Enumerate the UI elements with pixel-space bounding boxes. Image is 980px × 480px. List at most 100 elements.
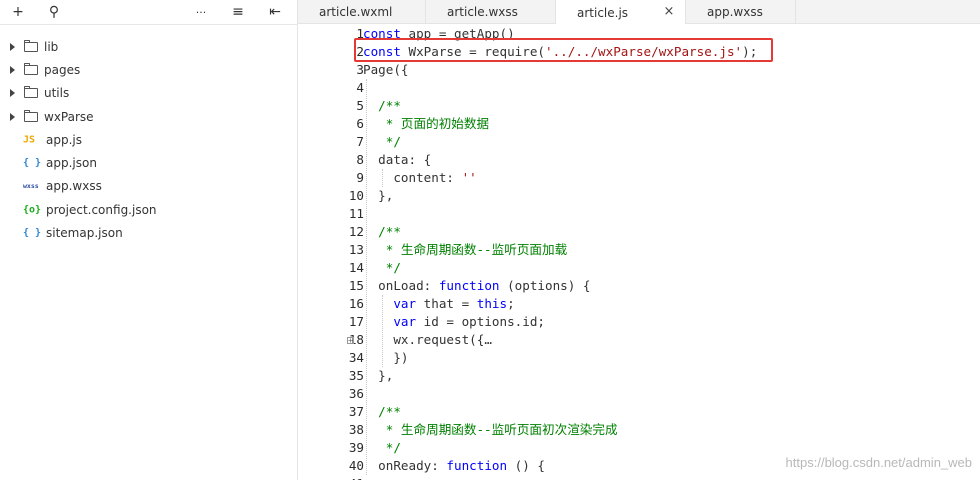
tab-label: app.wxss xyxy=(707,5,763,19)
code-line[interactable]: 8 data: { xyxy=(298,151,980,169)
line-number: 38 xyxy=(348,422,364,437)
file-tree: lib pages utils wxParse JS app.js { } app.json w… xyxy=(0,35,297,245)
tree-item-label: pages xyxy=(44,62,81,77)
indent-guide xyxy=(366,79,367,475)
tab-article-js[interactable]: article.js × xyxy=(556,0,686,25)
code-text: * 页面的初始数据 xyxy=(363,116,490,131)
folder-icon xyxy=(24,62,38,75)
tree-item-label: utils xyxy=(44,86,70,101)
tree-item-label: lib xyxy=(44,39,59,54)
indent-guide xyxy=(382,295,383,367)
line-number: 39 xyxy=(348,440,364,455)
code-text: }) xyxy=(363,350,409,365)
line-number: 34 xyxy=(348,350,364,365)
js-file-icon: JS xyxy=(23,134,36,146)
code-line[interactable]: 12 /** xyxy=(298,223,980,241)
code-line[interactable]: 16 var that = this; xyxy=(298,295,980,313)
code-line[interactable]: 37 /** xyxy=(298,403,980,421)
search-icon[interactable]: ⚲ xyxy=(44,2,64,22)
tree-item-sitemap-json[interactable]: { } sitemap.json xyxy=(0,221,297,244)
tree-item-app-js[interactable]: JS app.js xyxy=(0,128,297,151)
code-line[interactable]: 10 }, xyxy=(298,187,980,205)
folder-icon xyxy=(24,86,38,99)
code-line[interactable]: 1 const app = getApp() xyxy=(298,25,980,43)
tab-label: article.wxss xyxy=(447,5,518,19)
line-number: 5 xyxy=(356,98,364,113)
tab-article-wxml[interactable]: article.wxml xyxy=(298,0,426,24)
line-number: 9 xyxy=(356,170,364,185)
line-number: 8 xyxy=(356,152,364,167)
fold-expand-icon[interactable]: + xyxy=(347,337,354,345)
code-line[interactable]: 15 onLoad: function (options) { xyxy=(298,277,980,295)
tree-item-lib[interactable]: lib xyxy=(0,35,297,58)
code-line[interactable]: 5 /** xyxy=(298,97,980,115)
code-text: /** xyxy=(363,224,401,239)
code-line[interactable]: 13 * 生命周期函数--监听页面加载 xyxy=(298,241,980,259)
line-number: 41 xyxy=(314,475,364,480)
code-line[interactable]: 9 content: '' xyxy=(298,169,980,187)
tree-item-label: wxParse xyxy=(44,109,94,124)
tab-label: article.js xyxy=(577,5,629,20)
tree-item-utils[interactable]: utils xyxy=(0,82,297,105)
code-line[interactable]: 17 var id = options.id; xyxy=(298,313,980,331)
code-text: const app = getApp() xyxy=(363,26,515,41)
close-icon[interactable]: × xyxy=(663,5,675,18)
line-number: 14 xyxy=(348,260,364,275)
tree-item-app-wxss[interactable]: wxss app.wxss xyxy=(0,175,297,198)
code-text: */ xyxy=(363,260,401,275)
code-text: var that = this; xyxy=(393,296,515,311)
collapse-icon[interactable]: ≡ xyxy=(228,2,248,22)
plus-icon[interactable]: + xyxy=(8,2,28,22)
tree-item-wxparse[interactable]: wxParse xyxy=(0,105,297,128)
line-number: 10 xyxy=(348,188,364,203)
more-icon[interactable]: ··· xyxy=(191,2,211,22)
tree-item-app-json[interactable]: { } app.json xyxy=(0,151,297,174)
code-text: data: { xyxy=(363,152,432,167)
code-line[interactable]: 6 * 页面的初始数据 xyxy=(298,115,980,133)
wxss-file-icon: wxss xyxy=(23,182,39,191)
code-text: /** xyxy=(363,404,401,419)
line-number: 40 xyxy=(348,458,364,473)
code-line[interactable]: 7 */ xyxy=(298,133,980,151)
code-line[interactable]: 18 wx.request({… xyxy=(298,331,980,349)
code-text: }, xyxy=(363,368,394,383)
code-line[interactable]: 14 */ xyxy=(298,259,980,277)
chevron-right-icon[interactable] xyxy=(10,112,15,121)
tab-label: article.wxml xyxy=(319,5,393,19)
code-line[interactable]: 4 xyxy=(298,79,980,97)
tree-item-label: app.wxss xyxy=(46,179,102,194)
editor-tabbar: article.wxml article.wxss article.js × app.w… xyxy=(298,0,980,25)
line-number: 12 xyxy=(348,224,364,239)
code-text: Page({ xyxy=(363,62,409,77)
code-text: content: '' xyxy=(363,170,477,185)
tab-app-wxss[interactable]: app.wxss xyxy=(686,0,796,24)
line-number: 6 xyxy=(356,116,364,131)
code-text: /** xyxy=(363,98,401,113)
code-text: const WxParse = require('../../wxParse/w… xyxy=(363,44,758,59)
json-file-icon: { } xyxy=(23,227,42,239)
tab-article-wxss[interactable]: article.wxss xyxy=(426,0,556,24)
code-line[interactable]: 3 Page({ xyxy=(298,61,980,79)
split-icon[interactable]: ⇤ xyxy=(265,2,285,22)
tree-item-label: app.js xyxy=(46,132,82,147)
code-line[interactable]: 36 xyxy=(298,385,980,403)
chevron-right-icon[interactable] xyxy=(10,42,15,51)
code-line[interactable]: 35 }, xyxy=(298,367,980,385)
code-line[interactable]: 2 const WxParse = require('../../wxParse/… xyxy=(298,43,980,61)
code-line[interactable]: 38 * 生命周期函数--监听页面初次渲染完成 xyxy=(298,421,980,439)
json-file-icon: { } xyxy=(23,157,42,169)
chevron-right-icon[interactable] xyxy=(10,65,15,74)
tree-item-project-config-json[interactable]: {o} project.config.json xyxy=(0,198,297,221)
folder-icon xyxy=(24,109,38,122)
code-line[interactable]: 34 }) xyxy=(298,349,980,367)
code-line[interactable]: 11 xyxy=(298,205,980,223)
tree-item-label: sitemap.json xyxy=(46,226,123,241)
line-number: 36 xyxy=(348,386,364,401)
tree-item-pages[interactable]: pages xyxy=(0,58,297,81)
line-number: 13 xyxy=(348,242,364,257)
code-line[interactable]: 41 xyxy=(298,475,980,480)
line-number: 7 xyxy=(356,134,364,149)
indent-guide xyxy=(382,169,383,187)
code-editor[interactable]: 1 const app = getApp() 2 const WxParse = re… xyxy=(298,24,980,480)
chevron-right-icon[interactable] xyxy=(10,89,15,98)
